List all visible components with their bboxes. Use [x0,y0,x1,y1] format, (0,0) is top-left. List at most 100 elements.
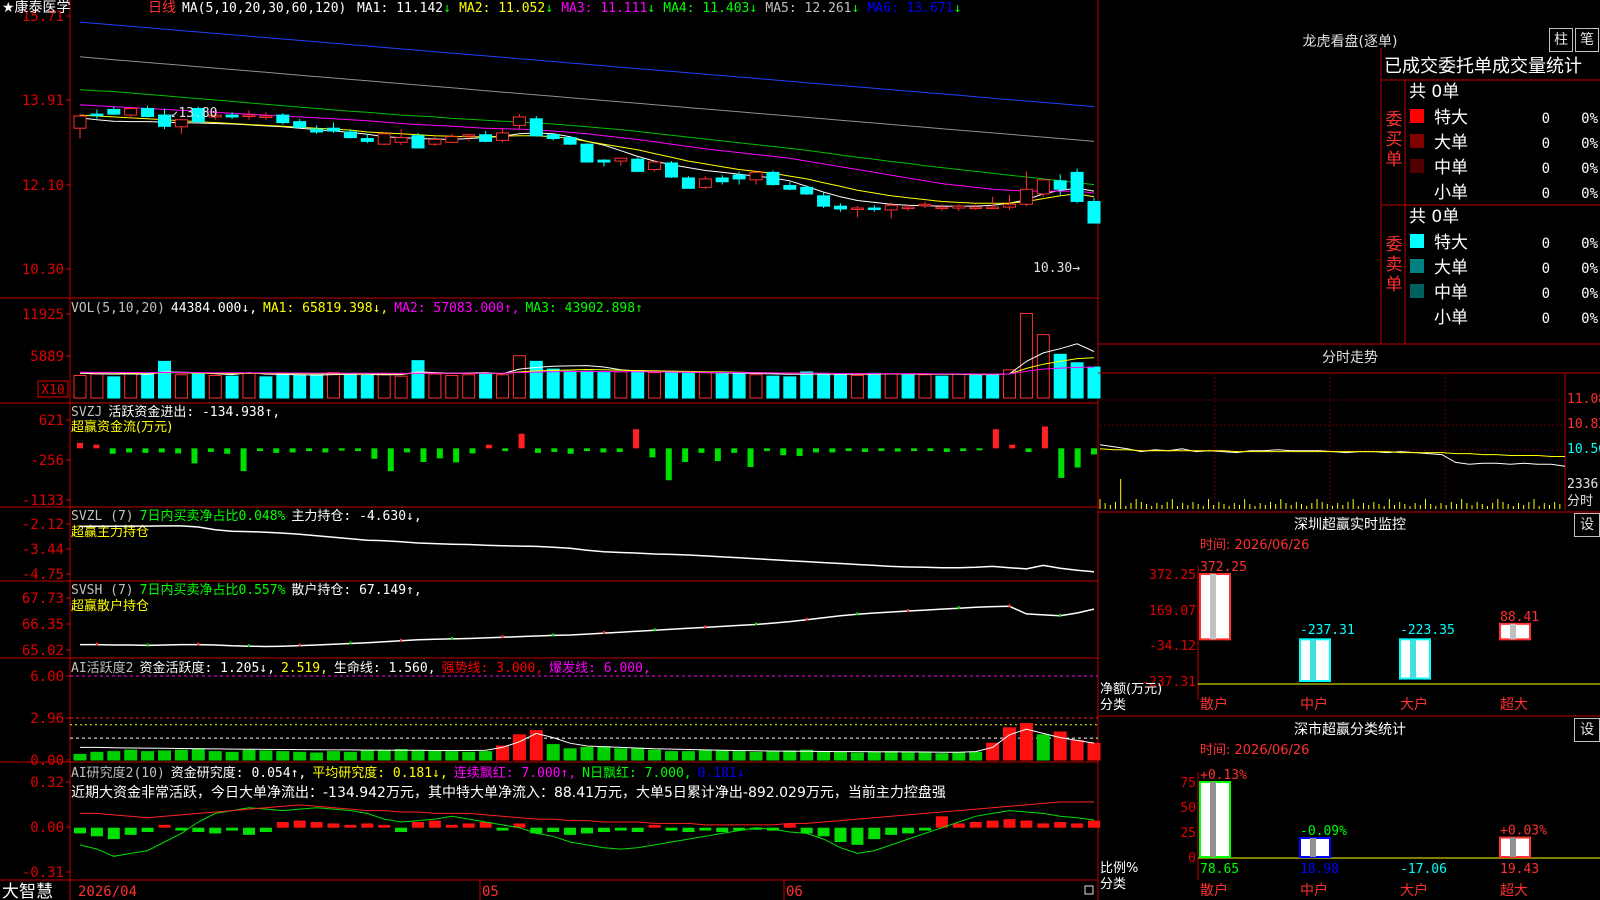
candle-body [158,114,171,127]
svzj-bar [698,448,705,453]
svzj-bar [224,448,231,454]
vol-bar [479,372,493,399]
stock-terminal-canvas[interactable]: 15.7113.9112.1010.30★康泰医学 日线 MA(5,10,20,30… [0,0,1600,900]
vol-bar [242,372,256,399]
monitor-settings-button[interactable]: 设 [1574,513,1600,537]
candle-body [445,136,459,143]
sell-row-name: 大单 [1434,258,1468,278]
monitor-ylabel: 净额(万元) [1100,682,1162,697]
svsh-tick [197,642,200,646]
ai-research-bar [1088,820,1100,828]
svzj-bar [77,442,83,449]
sell-row-count: 0 [1542,236,1550,252]
ai-research-bar [107,827,120,840]
monitor-category: 中户 [1300,696,1328,713]
ma-arrow-1: ↓ [545,1,553,16]
candle-body [479,134,493,142]
candle-body [631,158,645,172]
ai-research-bar [547,827,560,832]
ma-line-MA4 [79,89,1095,186]
ai-research-bar [310,822,323,828]
candle-body [783,184,797,190]
candle-body [715,177,729,183]
vol-header-1: 44384.000↓, [171,301,257,316]
ai-active-bar [445,751,459,761]
ai-active-bar [208,751,222,761]
bar-mode-button[interactable]: 柱 [1549,28,1573,52]
ma-label-3: MA4: 11.403 [663,1,749,16]
candle-body [546,134,560,140]
svzj-bar [1041,426,1048,449]
candle-body [884,204,898,211]
classify-ylabel: 比例% [1100,861,1138,876]
svzj-bar [191,448,198,464]
monitor-value-label: -237.31 [1300,623,1355,638]
ai-active-bar [124,749,138,761]
candle-body [935,206,949,210]
date-start: 2026/04 [78,884,137,900]
vol-bar [986,374,1000,399]
ai-active-bar [850,752,864,761]
ai-active-bar [580,746,594,761]
vol-bar [614,371,628,399]
sell-row-pct: 0% [1581,286,1598,302]
vol-bar [834,374,847,399]
classify-bar-shade [1510,837,1516,857]
svzl-axis-tick-1: -3.44 [22,542,64,558]
ai-active-bar [394,749,408,761]
intraday-price-tick-1: 10.82 [1567,417,1600,432]
vol-bar [360,374,374,399]
ai-active-bar [884,751,898,761]
ai-active-bar [141,751,155,761]
buy-label-char: 委 [1386,110,1403,130]
vol-bar [141,372,155,399]
ai-active-header-0: AI活跃度2 [71,660,133,676]
vol-bar [73,374,87,399]
classify-bottom-label: -17.06 [1400,862,1447,877]
ai-active-bar [1003,727,1016,761]
ai-research-bar [851,827,864,845]
candle-body [343,131,357,139]
svsh-tick [552,633,555,637]
ai-active-bar [90,751,104,761]
svzl-header-0: SVZL (7) [71,509,134,524]
candle-body [580,143,594,163]
vol-bar [546,368,560,399]
pen-mode-button[interactable]: 笔 [1575,28,1599,52]
vol-axis-tick-0: 11925 [22,307,64,323]
svsh-axis-tick-2: 65.02 [22,643,64,659]
candle-body [867,207,881,211]
candle-body [850,207,864,211]
month-mark-06: 06 [786,884,803,900]
ai-research-note: 近期大资金非常活跃，今日大单净流出：-134.942万元，其中特大单净流入：88… [71,784,946,801]
buy-row-name: 大单 [1434,133,1468,153]
svzj-bar [109,448,116,454]
vol-bar [665,372,678,399]
ai-active-bar [225,751,239,761]
ai-active-header-3: 生命线: 1.560, [334,660,436,676]
vol-bar [631,370,645,399]
classify-settings-button[interactable]: 设 [1574,718,1600,742]
ai-active-bar [766,751,780,761]
vol-bar [580,370,594,399]
svsh-tick [501,635,504,639]
ma-prefix: MA(5,10,20,30,60,120) [182,1,346,16]
classify-title: 深市超赢分类统计 [1294,721,1406,738]
vol-bar [496,374,509,399]
svzj-bar [420,448,427,463]
vol-bar [158,360,171,399]
svzj-bar [894,448,901,452]
dragon-title: 龙虎看盘(逐单) [1303,33,1398,50]
svsh-tick [856,612,859,616]
monitor-date: 时间: 2026/06/26 [1200,538,1309,553]
ai-research-bar [90,827,103,837]
ai-active-bar [631,747,645,761]
stock-name: ★康泰医学 [2,0,71,16]
monitor-bar-shade [1510,623,1516,640]
ai-active-bar [462,751,476,761]
ai-active-header-4: 强势线: 3.000, [442,660,544,676]
monitor-bar-shade [1410,639,1416,679]
buy-row-name: 小单 [1434,183,1468,203]
ma-arrow-5: ↓ [954,1,962,16]
vol-bar [259,376,273,399]
